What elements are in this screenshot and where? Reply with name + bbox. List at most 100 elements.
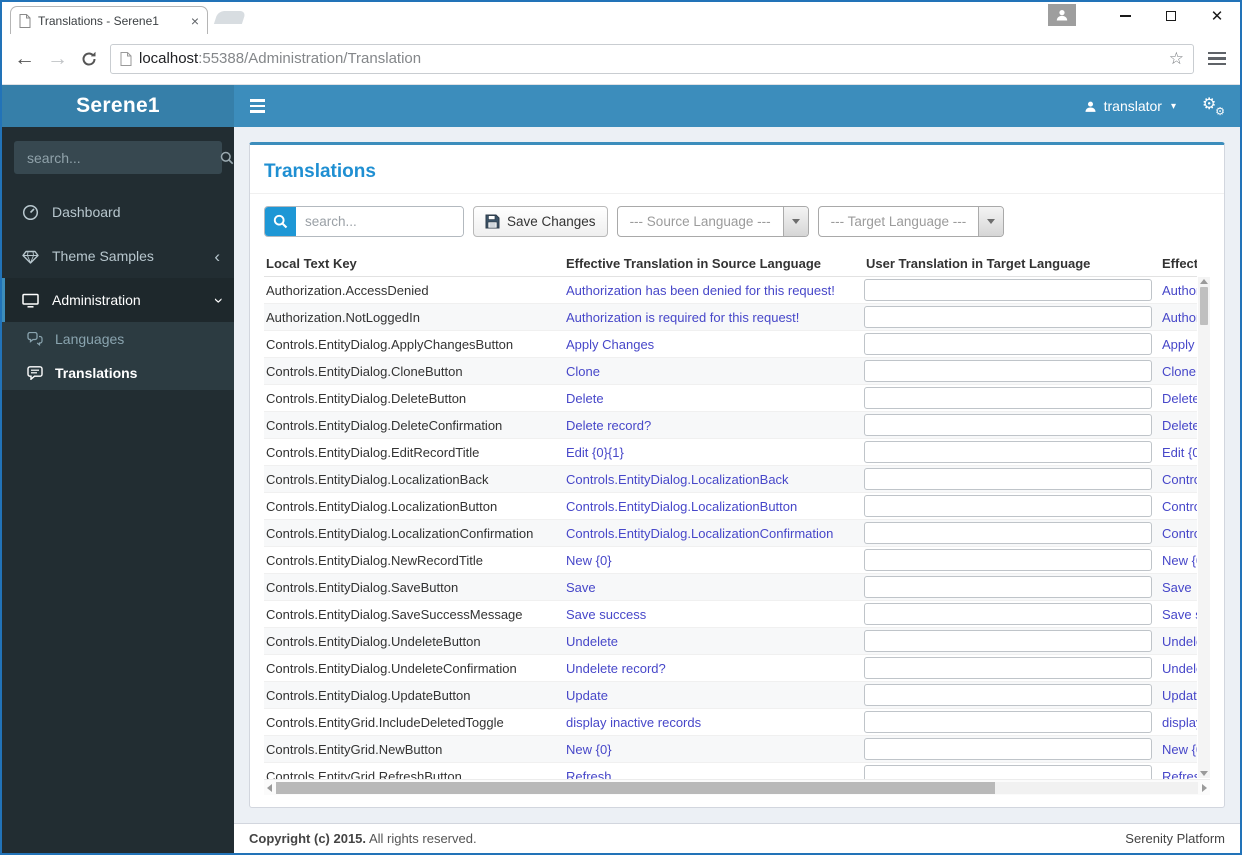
maximize-button[interactable] — [1148, 2, 1194, 30]
column-header-target-translation[interactable]: Effective Translation in Target Language — [1160, 256, 1197, 271]
local-text-key-cell: Controls.EntityDialog.LocalizationBack — [266, 471, 489, 487]
target-translation-cell: Edit {0}{1} — [1162, 444, 1197, 460]
top-navbar: translator ▾ ⚙ ⚙ — [234, 85, 1240, 127]
user-translation-input[interactable] — [864, 603, 1152, 625]
quick-search-icon[interactable] — [265, 207, 296, 236]
local-text-key-cell: Controls.EntityDialog.SaveSuccessMessage — [266, 606, 523, 622]
user-translation-input[interactable] — [864, 306, 1152, 328]
column-header-user-translation[interactable]: User Translation in Target Language — [864, 256, 1160, 271]
sidebar-toggle-icon[interactable] — [250, 99, 265, 113]
content-area: Translations Save Changes — [234, 127, 1240, 823]
browser-profile-button[interactable] — [1048, 4, 1076, 26]
url-bar[interactable]: localhost:55388/Administration/Translati… — [110, 43, 1194, 74]
user-translation-input[interactable] — [864, 333, 1152, 355]
comment-lines-icon — [26, 366, 44, 380]
user-translation-input[interactable] — [864, 414, 1152, 436]
local-text-key-cell: Authorization.AccessDenied — [266, 282, 429, 298]
bookmark-star-icon[interactable]: ☆ — [1169, 49, 1184, 69]
user-translation-input[interactable] — [864, 468, 1152, 490]
grid-toolbar: Save Changes --- Source Language --- ---… — [264, 194, 1210, 250]
source-translation-cell: Delete record? — [566, 417, 652, 433]
horizontal-scroll-track[interactable] — [276, 781, 1198, 794]
user-translation-input[interactable] — [864, 360, 1152, 382]
page-title: Translations — [264, 161, 376, 182]
url-page-icon — [120, 51, 132, 66]
sidebar-item-translations[interactable]: Translations — [2, 356, 234, 390]
user-translation-input[interactable] — [864, 441, 1152, 463]
user-translation-cell — [864, 468, 1160, 490]
sidebar-item-languages[interactable]: Languages — [2, 322, 234, 356]
user-translation-input[interactable] — [864, 630, 1152, 652]
local-text-key-cell: Controls.EntityDialog.LocalizationButton — [266, 498, 498, 514]
quick-search-input[interactable] — [296, 207, 463, 236]
sidebar-item-dashboard[interactable]: Dashboard — [2, 190, 234, 234]
sidebar-item-theme-samples[interactable]: Theme Samples ‹ — [2, 234, 234, 278]
quick-search[interactable] — [264, 206, 464, 237]
user-translation-cell — [864, 414, 1160, 436]
local-text-key-cell: Controls.EntityDialog.UpdateButton — [266, 687, 471, 703]
table-row: Controls.EntityGrid.RefreshButton Refres… — [264, 763, 1197, 779]
user-translation-input[interactable] — [864, 576, 1152, 598]
local-text-key-cell: Controls.EntityGrid.IncludeDeletedToggle — [266, 714, 504, 730]
save-changes-button[interactable]: Save Changes — [473, 206, 608, 237]
browser-toolbar: ← → localhost:55388/Administration/Trans… — [2, 33, 1240, 85]
user-translation-input[interactable] — [864, 387, 1152, 409]
horizontal-scrollbar[interactable] — [264, 779, 1210, 795]
column-header-source-translation[interactable]: Effective Translation in Source Language — [564, 256, 864, 271]
user-translation-input[interactable] — [864, 711, 1152, 733]
vertical-scroll-thumb[interactable] — [1200, 287, 1208, 325]
table-row: Controls.EntityDialog.CloneButton Clone … — [264, 358, 1197, 385]
user-translation-input[interactable] — [864, 738, 1152, 760]
minimize-button[interactable] — [1102, 2, 1148, 30]
source-translation-cell: Update — [566, 687, 608, 703]
footer: Copyright (c) 2015. All rights reserved.… — [234, 823, 1240, 853]
chat-bubbles-icon — [26, 332, 44, 346]
table-row: Controls.EntityDialog.LocalizationConfir… — [264, 520, 1197, 547]
forward-button[interactable]: → — [47, 48, 68, 69]
user-translation-cell — [864, 360, 1160, 382]
scroll-left-icon[interactable] — [267, 783, 272, 792]
source-translation-cell: Delete — [566, 390, 604, 406]
scroll-right-icon[interactable] — [1202, 783, 1207, 792]
tab-close-icon[interactable]: × — [191, 14, 199, 28]
local-text-key-cell: Controls.EntityDialog.CloneButton — [266, 363, 463, 379]
sidebar-item-label: Administration — [52, 292, 141, 308]
source-language-select[interactable]: --- Source Language --- — [616, 206, 809, 237]
browser-tab[interactable]: Translations - Serene1 × — [10, 6, 208, 34]
scroll-down-icon[interactable] — [1200, 771, 1208, 776]
user-translation-input[interactable] — [864, 765, 1152, 779]
user-translation-cell — [864, 684, 1160, 706]
close-button[interactable]: ✕ — [1194, 2, 1240, 30]
user-translation-input[interactable] — [864, 495, 1152, 517]
user-translation-input[interactable] — [864, 522, 1152, 544]
user-translation-input[interactable] — [864, 279, 1152, 301]
sidebar-item-administration[interactable]: Administration ‹ — [2, 278, 234, 322]
browser-menu-icon[interactable] — [1206, 48, 1228, 70]
target-translation-cell: display inactive records — [1162, 714, 1197, 730]
sidebar-search[interactable] — [14, 141, 234, 174]
user-translation-input[interactable] — [864, 657, 1152, 679]
source-translation-cell: Controls.EntityDialog.LocalizationConfir… — [566, 525, 834, 541]
target-language-select[interactable]: --- Target Language --- — [817, 206, 1005, 237]
brand-logo[interactable]: Serene1 — [2, 85, 234, 127]
target-translation-cell: New {0} — [1162, 741, 1197, 757]
settings-gears-icon[interactable]: ⚙ ⚙ — [1202, 97, 1225, 118]
vertical-scrollbar[interactable] — [1198, 277, 1210, 778]
caret-down-icon: ▾ — [1170, 100, 1176, 112]
user-menu[interactable]: translator ▾ — [1084, 98, 1176, 114]
sidebar-search-input[interactable] — [15, 149, 208, 166]
save-icon — [485, 214, 500, 229]
scroll-up-icon[interactable] — [1200, 279, 1208, 284]
sidebar-item-label: Dashboard — [52, 204, 121, 220]
table-row: Controls.EntityGrid.NewButton New {0} Ne… — [264, 736, 1197, 763]
refresh-button[interactable] — [80, 50, 98, 68]
user-translation-input[interactable] — [864, 549, 1152, 571]
horizontal-scroll-thumb[interactable] — [276, 781, 996, 794]
back-button[interactable]: ← — [14, 48, 35, 69]
grid-header: Local Text Key Effective Translation in … — [264, 250, 1197, 277]
user-translation-cell — [864, 306, 1160, 328]
user-name: translator — [1103, 98, 1162, 114]
user-translation-input[interactable] — [864, 684, 1152, 706]
column-header-local-text-key[interactable]: Local Text Key — [264, 256, 564, 271]
new-tab-button[interactable] — [213, 11, 247, 24]
